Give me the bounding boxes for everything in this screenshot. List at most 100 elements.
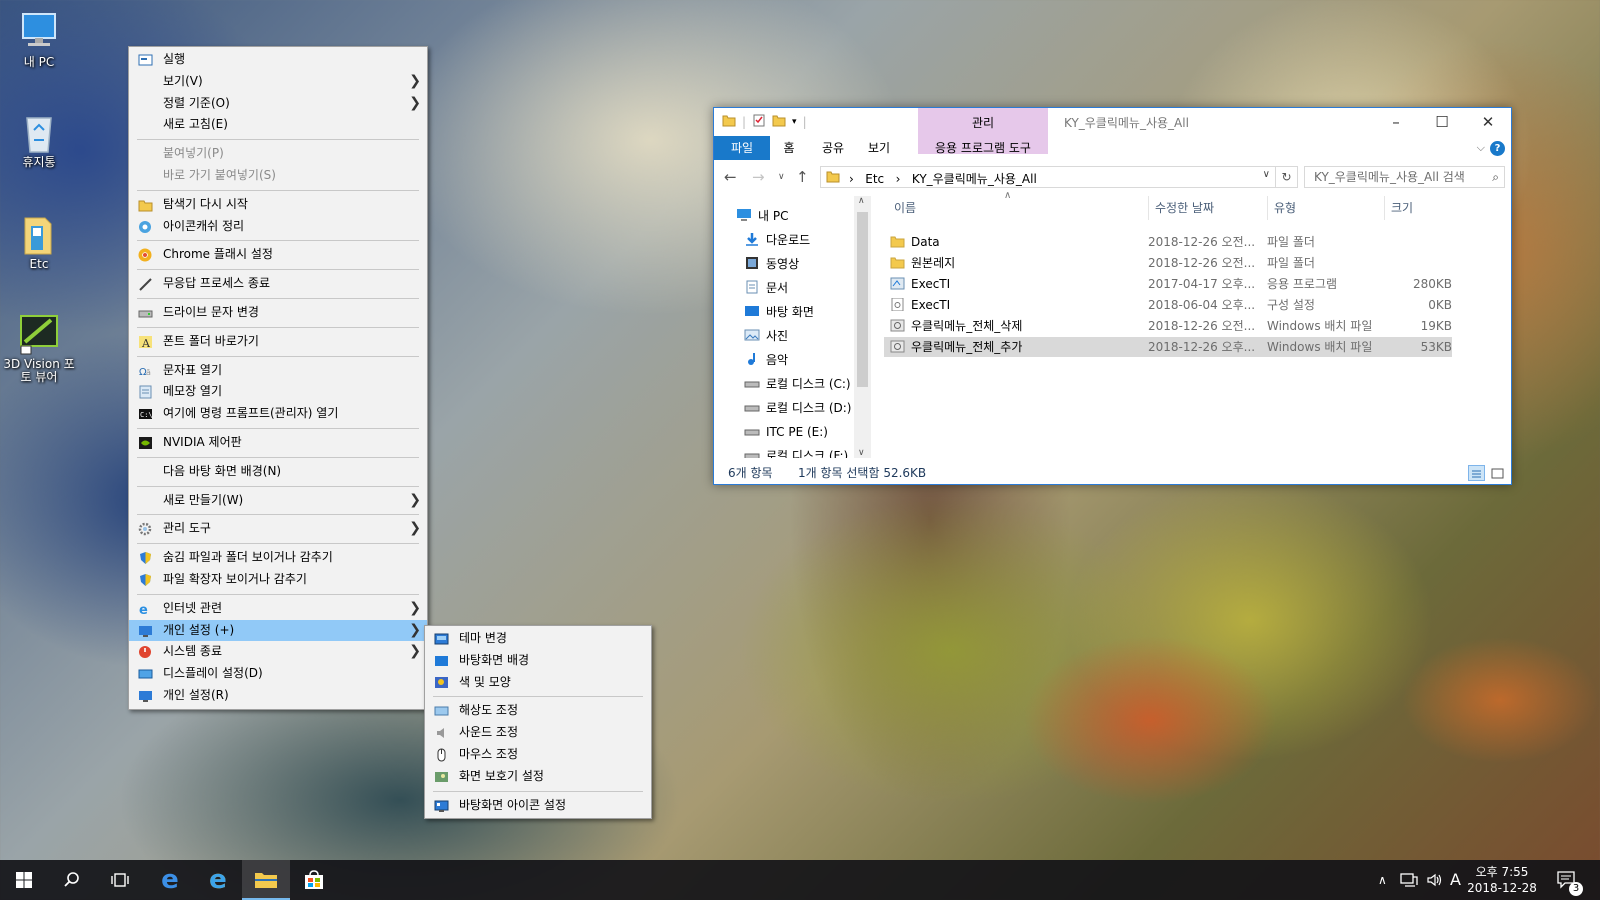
menu-item-nvidia[interactable]: NVIDIA 제어판	[129, 432, 427, 454]
menu-item-restart-explorer[interactable]: 탐색기 다시 시작	[129, 194, 427, 216]
table-row[interactable]: ExecTI 2018-06-04 오후... 구성 설정 0KB	[884, 295, 1452, 315]
close-button[interactable]: ✕	[1466, 110, 1510, 134]
new-folder-icon[interactable]	[772, 114, 786, 130]
menu-item-personalize[interactable]: 개인 설정(R)	[129, 685, 427, 707]
menu-item-cmd-admin[interactable]: C:\ 여기에 명령 프롬프트(관리자) 열기	[129, 403, 427, 425]
network-icon[interactable]	[1400, 860, 1418, 900]
nav-item-music[interactable]: 음악	[744, 350, 788, 370]
explorer-taskbar-button[interactable]	[242, 860, 290, 900]
action-center-icon[interactable]: 3	[1556, 860, 1583, 900]
nav-item-disk-d[interactable]: 로컬 디스크 (D:)	[744, 398, 851, 418]
help-icon[interactable]: ?	[1490, 141, 1505, 156]
nav-item-desktop[interactable]: 바탕 화면	[744, 302, 814, 322]
submenu-item-desktop-icons[interactable]: 바탕화면 아이콘 설정	[425, 795, 651, 817]
menu-item-personalize-plus[interactable]: 개인 설정 (+) ❯	[129, 619, 427, 642]
back-button[interactable]: ←	[724, 168, 737, 186]
table-row[interactable]: 우클릭메뉴_전체_삭제 2018-12-26 오전... Windows 배치 …	[884, 316, 1452, 336]
menu-item-admin-tools[interactable]: 관리 도구 ❯	[129, 518, 427, 540]
task-view-button[interactable]	[96, 860, 144, 900]
tab-app-tools[interactable]: 응용 프로그램 도구	[918, 136, 1048, 160]
nav-item-disk-f[interactable]: 로컬 디스크 (F:)	[744, 446, 848, 458]
column-header-size[interactable]: 크기	[1384, 196, 1464, 220]
column-header-name[interactable]: 이름	[894, 196, 1134, 220]
desktop-icon-etc[interactable]: Etc	[2, 212, 76, 271]
properties-icon[interactable]	[752, 114, 766, 130]
nav-item-documents[interactable]: 문서	[744, 278, 788, 298]
submenu-item-theme[interactable]: 테마 변경	[425, 628, 651, 650]
menu-item-chrome-flash[interactable]: Chrome 플래시 설정	[129, 244, 427, 266]
clock[interactable]: 오후 7:55 2018-12-28	[1462, 864, 1542, 896]
menu-item-font-folder[interactable]: A 폰트 폴더 바로가기	[129, 331, 427, 353]
column-header-date[interactable]: 수정한 날짜	[1148, 196, 1258, 220]
ime-indicator[interactable]: A	[1450, 860, 1461, 900]
menu-item-toggle-extensions[interactable]: 파일 확장자 보이거나 감추기	[129, 569, 427, 591]
menu-item-new[interactable]: 새로 만들기(W) ❯	[129, 490, 427, 512]
breadcrumb-etc[interactable]: Etc	[865, 172, 884, 186]
recent-locations-icon[interactable]: ∨	[778, 172, 785, 182]
search-button[interactable]	[48, 860, 96, 900]
menu-item-toggle-hidden[interactable]: 숨김 파일과 폴더 보이거나 감추기	[129, 547, 427, 569]
address-dropdown-icon[interactable]: ∨	[1263, 169, 1270, 180]
refresh-button[interactable]: ↻	[1276, 166, 1298, 188]
minimize-button[interactable]: –	[1374, 110, 1418, 134]
nav-item-pictures[interactable]: 사진	[744, 326, 788, 346]
breadcrumb-current[interactable]: KY_우클릭메뉴_사용_All	[912, 172, 1037, 186]
menu-item-view[interactable]: 보기(V) ❯	[129, 71, 427, 93]
tab-share[interactable]: 공유	[818, 136, 848, 160]
folder-icon[interactable]	[722, 114, 736, 130]
table-row-selected[interactable]: 우클릭메뉴_전체_추가 2018-12-26 오후... Windows 배치 …	[884, 337, 1452, 357]
large-icons-view-icon[interactable]	[1490, 465, 1505, 487]
menu-item-next-wallpaper[interactable]: 다음 바탕 화면 배경(N)	[129, 461, 427, 483]
up-button[interactable]: ↑	[796, 168, 809, 186]
ie-taskbar-button[interactable]: e	[194, 860, 242, 900]
menu-item-display-settings[interactable]: 디스플레이 설정(D)	[129, 663, 427, 685]
show-hidden-icons-icon[interactable]: ∧	[1378, 860, 1387, 900]
search-input[interactable]: KY_우클릭메뉴_사용_All 검색 ⌕	[1304, 166, 1505, 188]
desktop-icon-my-pc[interactable]: 내 PC	[2, 10, 76, 69]
scroll-down-icon[interactable]: ∨	[858, 448, 865, 458]
submenu-item-color[interactable]: 색 및 모양	[425, 672, 651, 694]
forward-button[interactable]: →	[752, 168, 765, 186]
submenu-item-resolution[interactable]: 해상도 조정	[425, 700, 651, 722]
nav-item-disk-e[interactable]: ITC PE (E:)	[744, 422, 828, 442]
edge-taskbar-button[interactable]: e	[146, 860, 194, 900]
tab-file[interactable]: 파일	[714, 136, 770, 160]
menu-item-refresh[interactable]: 새로 고침(E)	[129, 114, 427, 136]
submenu-item-screensaver[interactable]: 화면 보호기 설정	[425, 766, 651, 788]
menu-item-kill-process[interactable]: 무응답 프로세스 종료	[129, 273, 427, 295]
menu-item-icon-cache[interactable]: 아이콘캐쉬 정리	[129, 216, 427, 238]
maximize-button[interactable]: ☐	[1420, 110, 1464, 134]
address-bar[interactable]: › Etc › KY_우클릭메뉴_사용_All ∨	[820, 166, 1276, 188]
menu-item-drive-letter[interactable]: 드라이브 문자 변경	[129, 302, 427, 324]
desktop-icon-recycle-bin[interactable]: 휴지통	[2, 110, 76, 169]
nav-item-downloads[interactable]: 다운로드	[744, 230, 810, 250]
desktop-icon-3d-vision[interactable]: 3D Vision 포토 뷰어	[0, 312, 78, 384]
nav-item-disk-c[interactable]: 로컬 디스크 (C:)	[744, 374, 851, 394]
menu-item-internet[interactable]: e 인터넷 관련 ❯	[129, 598, 427, 620]
nav-item-my-pc[interactable]: 내 PC	[736, 206, 788, 226]
menu-item-charmap[interactable]: Ωā 문자표 열기	[129, 360, 427, 382]
menu-item-notepad[interactable]: 메모장 열기	[129, 381, 427, 403]
column-header-type[interactable]: 유형	[1267, 196, 1377, 220]
tab-home[interactable]: 홈	[774, 136, 804, 160]
submenu-item-sound[interactable]: 사운드 조정	[425, 722, 651, 744]
navigation-scrollbar[interactable]: ∧ ∨	[854, 196, 871, 458]
title-bar[interactable]: | ▾ | 관리 KY_우클릭메뉴_사용_All – ☐ ✕	[714, 108, 1511, 154]
scroll-thumb[interactable]	[857, 212, 868, 387]
volume-icon[interactable]	[1426, 860, 1444, 900]
table-row[interactable]: ExecTI 2017-04-17 오후... 응용 프로그램 280KB	[884, 274, 1452, 294]
tab-view[interactable]: 보기	[862, 136, 896, 160]
menu-item-sort-by[interactable]: 정렬 기준(O) ❯	[129, 93, 427, 115]
scroll-up-icon[interactable]: ∧	[858, 196, 865, 206]
menu-item-run[interactable]: 실행	[129, 49, 427, 71]
table-row[interactable]: Data 2018-12-26 오전... 파일 폴더	[884, 232, 1452, 252]
start-button[interactable]	[0, 860, 48, 900]
menu-item-shutdown[interactable]: 시스템 종료 ❯	[129, 641, 427, 663]
store-taskbar-button[interactable]	[290, 860, 338, 900]
table-row[interactable]: 원본레지 2018-12-26 오전... 파일 폴더	[884, 253, 1452, 273]
nav-item-videos[interactable]: 동영상	[744, 254, 799, 274]
submenu-item-mouse[interactable]: 마우스 조정	[425, 744, 651, 766]
details-view-icon[interactable]	[1468, 465, 1485, 481]
submenu-item-wallpaper[interactable]: 바탕화면 배경	[425, 650, 651, 672]
customize-qat-icon[interactable]: ▾	[792, 117, 797, 127]
